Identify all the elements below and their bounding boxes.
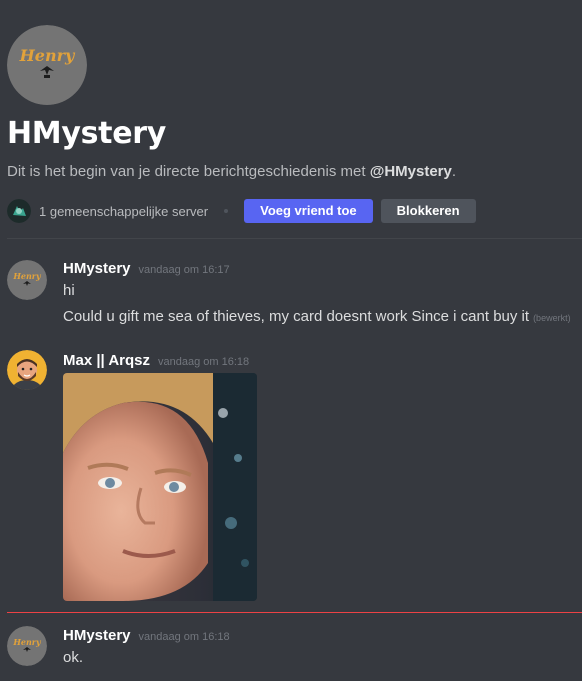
edited-label: (bewerkt) xyxy=(533,313,571,323)
separator-dot xyxy=(224,209,229,213)
avatar-henry-text: Henry xyxy=(19,46,76,65)
message-text: ok. xyxy=(63,649,84,666)
block-button[interactable]: Blokkeren xyxy=(380,199,476,223)
message-header: Max || Arqsz vandaag om 16:18 xyxy=(63,352,249,369)
message-header: HMystery vandaag om 16:17 xyxy=(63,260,230,277)
dm-channel: Henry HMystery Dit is het begin van je d… xyxy=(0,0,582,681)
new-messages-divider xyxy=(7,612,582,613)
mutual-server-icon[interactable] xyxy=(7,199,31,223)
intro-divider xyxy=(7,238,582,239)
desc-suffix: . xyxy=(451,163,457,180)
username[interactable]: HMystery xyxy=(63,627,131,644)
timestamp: vandaag om 16:18 xyxy=(158,356,250,368)
user-mention[interactable]: @HMystery xyxy=(370,163,452,180)
hmystery-large-avatar[interactable]: Henry xyxy=(7,25,87,105)
message-content: hi xyxy=(63,281,75,301)
avatar[interactable]: Henry xyxy=(7,626,47,666)
timestamp: vandaag om 16:17 xyxy=(138,264,230,276)
dm-start-description: Dit is het begin van je directe berichtg… xyxy=(7,162,456,182)
avatar[interactable]: Henry xyxy=(7,260,47,300)
timestamp: vandaag om 16:18 xyxy=(138,631,230,643)
message-content: ok. xyxy=(63,648,83,668)
dm-title: HMystery xyxy=(7,116,167,151)
message-text: Could u gift me sea of thieves, my card … xyxy=(63,308,530,325)
username[interactable]: HMystery xyxy=(63,260,131,277)
message-header: HMystery vandaag om 16:18 xyxy=(63,627,230,644)
message-content: Could u gift me sea of thieves, my card … xyxy=(63,307,571,328)
message-text: hi xyxy=(63,282,75,299)
mutual-servers-link[interactable]: 1 gemeenschappelijke server xyxy=(39,204,208,219)
mutual-actions-row: 1 gemeenschappelijke server Voeg vriend … xyxy=(7,198,476,224)
username[interactable]: Max || Arqsz xyxy=(63,352,150,369)
avatar-henry-text: Henry xyxy=(12,271,42,281)
avatar-henry-text: Henry xyxy=(12,637,42,647)
add-friend-button[interactable]: Voeg vriend toe xyxy=(244,199,373,223)
avatar[interactable] xyxy=(7,350,47,390)
gif-attachment[interactable] xyxy=(63,373,257,601)
desc-prefix: Dit is het begin van je directe berichtg… xyxy=(7,163,370,180)
